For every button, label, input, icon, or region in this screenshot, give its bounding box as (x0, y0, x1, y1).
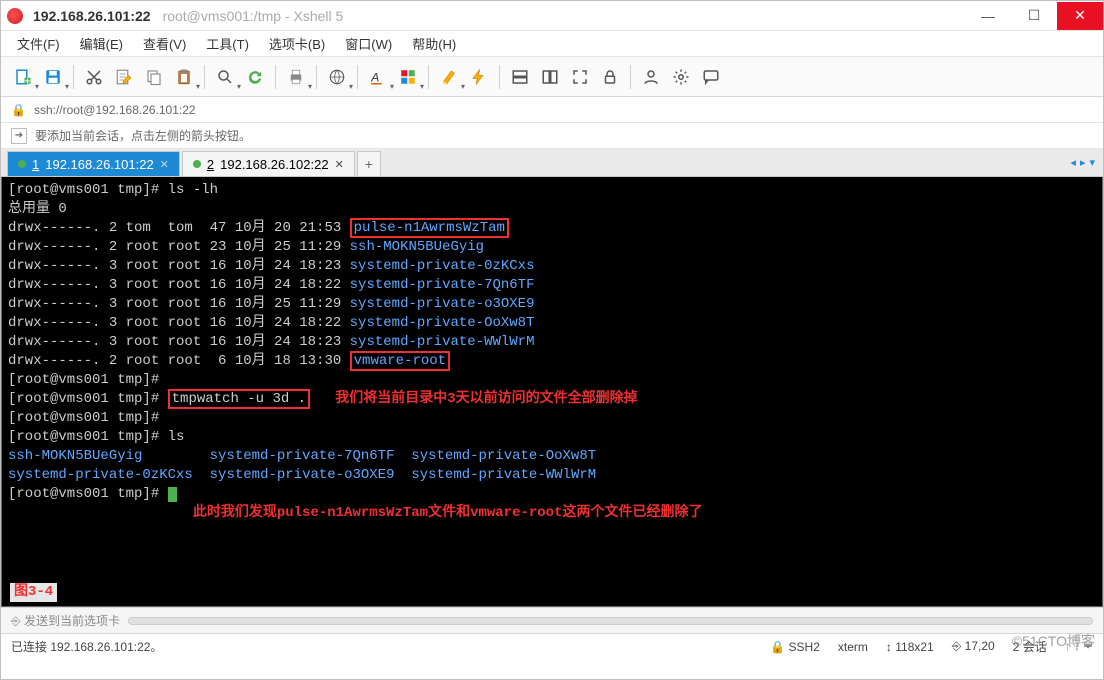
tab-number: 1 (32, 157, 39, 172)
font-icon: A (369, 68, 387, 86)
fullscreen-icon (571, 68, 589, 86)
window-title-main: 192.168.26.101:22 (33, 8, 151, 24)
clipboard-icon (175, 68, 193, 86)
tab-label: 192.168.26.102:22 (220, 157, 328, 172)
terminal-output[interactable]: [root@vms001 tmp]# ls -lh总用量 0drwx------… (1, 177, 1103, 607)
status-dot-icon (18, 160, 26, 168)
tab-nav: ◂ ▸ ▾ (1070, 149, 1103, 176)
tab-prev-icon[interactable]: ◂ (1070, 156, 1076, 169)
menu-view[interactable]: 查看(V) (135, 31, 194, 56)
palette-icon (399, 68, 417, 86)
menu-tools[interactable]: 工具(T) (198, 31, 257, 56)
app-icon (7, 8, 23, 24)
ssh-lock-icon: 🔒 (11, 103, 26, 117)
tip-bar: ➔ 要添加当前会话，点击左侧的箭头按钮。 (1, 123, 1103, 149)
title-bar: 192.168.26.101:22 root@vms001:/tmp - Xsh… (1, 1, 1103, 31)
status-bar: 已连接 192.168.26.101:22。 🔒 SSH2 xterm ↕ 11… (1, 633, 1103, 659)
address-text[interactable]: ssh://root@192.168.26.101:22 (34, 103, 196, 117)
refresh-icon (246, 68, 264, 86)
quick-command-button[interactable] (465, 63, 493, 91)
add-session-arrow-button[interactable]: ➔ (11, 128, 27, 144)
user-button[interactable] (637, 63, 665, 91)
layout-horizontal-button[interactable] (506, 63, 534, 91)
pencil-note-icon (115, 68, 133, 86)
lock-icon (601, 68, 619, 86)
settings-button[interactable] (667, 63, 695, 91)
layout-vertical-button[interactable] (536, 63, 564, 91)
encoding-button[interactable] (323, 63, 351, 91)
menu-window[interactable]: 窗口(W) (337, 31, 400, 56)
tab-next-icon[interactable]: ▸ (1080, 156, 1086, 169)
tab-menu-icon[interactable]: ▾ (1089, 156, 1095, 169)
fullscreen-button[interactable] (566, 63, 594, 91)
svg-text:A: A (370, 70, 379, 84)
tab-bar: 1 192.168.26.101:22 ✕ 2 192.168.26.102:2… (1, 149, 1103, 177)
cut-button[interactable] (80, 63, 108, 91)
user-icon (642, 68, 660, 86)
compose-bar: ⎆ 发送到当前选项卡 (1, 607, 1103, 633)
new-session-button[interactable] (9, 63, 37, 91)
session-tab-2[interactable]: 2 192.168.26.102:22 ✕ (182, 151, 355, 176)
copy-icon (145, 68, 163, 86)
menu-tab[interactable]: 选项卡(B) (261, 31, 333, 56)
font-button[interactable]: A (364, 63, 392, 91)
new-tab-button[interactable]: + (357, 151, 381, 176)
menu-bar: 文件(F) 编辑(E) 查看(V) 工具(T) 选项卡(B) 窗口(W) 帮助(… (1, 31, 1103, 57)
split-vertical-icon (541, 68, 559, 86)
copy-button[interactable] (140, 63, 168, 91)
status-dot-icon (193, 160, 201, 168)
status-size: ↕ 118x21 (886, 640, 934, 654)
toolbar: A (1, 57, 1103, 97)
paste-button[interactable] (170, 63, 198, 91)
properties-button[interactable] (110, 63, 138, 91)
send-target-label: ⎆ 发送到当前选项卡 (11, 612, 120, 629)
tab-number: 2 (207, 157, 214, 172)
status-terminal: xterm (838, 640, 868, 654)
globe-icon (328, 68, 346, 86)
window-title-sub: root@vms001:/tmp - Xshell 5 (163, 8, 344, 24)
close-button[interactable]: ✕ (1057, 2, 1103, 30)
status-protocol: 🔒 SSH2 (770, 640, 820, 654)
scissors-icon (85, 68, 103, 86)
find-button[interactable] (211, 63, 239, 91)
status-sessions: 2 会话 (1013, 638, 1047, 655)
tab-label: 192.168.26.101:22 (45, 157, 153, 172)
minimize-button[interactable]: — (965, 2, 1011, 30)
split-horizontal-icon (511, 68, 529, 86)
session-tab-1[interactable]: 1 192.168.26.101:22 ✕ (7, 151, 180, 176)
print-button[interactable] (282, 63, 310, 91)
maximize-button[interactable]: ☐ (1011, 2, 1057, 30)
save-icon (44, 68, 62, 86)
menu-edit[interactable]: 编辑(E) (72, 31, 131, 56)
address-bar: 🔒 ssh://root@192.168.26.101:22 (1, 97, 1103, 123)
menu-file[interactable]: 文件(F) (9, 31, 68, 56)
chat-icon (702, 68, 720, 86)
status-nav[interactable]: ↑ ↓ ⏷ (1065, 639, 1093, 654)
printer-icon (287, 68, 305, 86)
color-scheme-button[interactable] (394, 63, 422, 91)
highlighter-icon (440, 68, 458, 86)
gear-icon (672, 68, 690, 86)
figure-label: 图3-4 (10, 583, 57, 602)
status-connection: 已连接 192.168.26.101:22。 (11, 638, 162, 655)
chat-button[interactable] (697, 63, 725, 91)
tip-text: 要添加当前会话，点击左侧的箭头按钮。 (35, 127, 251, 144)
new-file-icon (14, 68, 32, 86)
compose-input[interactable] (128, 617, 1093, 625)
save-button[interactable] (39, 63, 67, 91)
highlight-button[interactable] (435, 63, 463, 91)
reconnect-button[interactable] (241, 63, 269, 91)
lock-button[interactable] (596, 63, 624, 91)
status-cursor: ⎆ 17,20 (952, 639, 995, 654)
lightning-icon (470, 68, 488, 86)
search-icon (216, 68, 234, 86)
menu-help[interactable]: 帮助(H) (404, 31, 464, 56)
tab-close-button[interactable]: ✕ (160, 158, 169, 171)
tab-close-button[interactable]: ✕ (335, 158, 344, 171)
